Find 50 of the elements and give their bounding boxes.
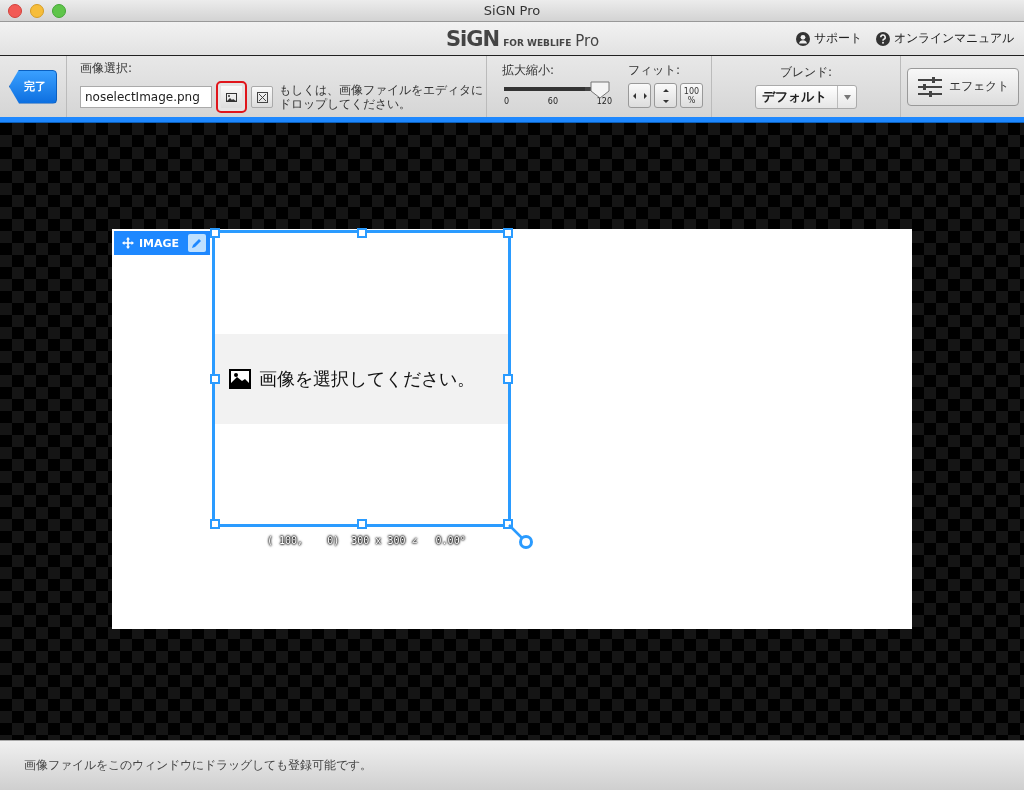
clear-button[interactable]	[251, 86, 273, 108]
horizontal-arrows-icon	[631, 90, 648, 101]
close-button[interactable]	[8, 3, 22, 18]
tick-label: 0	[504, 97, 510, 106]
image-select-label: 画像選択:	[80, 60, 134, 77]
logo-subtext: FOR WEBLIFE	[503, 37, 572, 48]
blend-dropdown[interactable]: デフォルト	[755, 85, 857, 109]
image-placeholder[interactable]: 画像を選択してください。	[212, 230, 511, 527]
position-readout: ( 100, 0) 300 x 300 ∠ 0.00°	[267, 535, 466, 546]
header-link[interactable]: サポート	[796, 30, 862, 47]
edit-icon[interactable]	[188, 234, 206, 252]
slider-thumb[interactable]	[590, 81, 611, 99]
help-icon	[876, 31, 890, 46]
browse-button[interactable]	[216, 81, 248, 113]
person-icon	[796, 31, 810, 46]
blend-label: ブレンド:	[779, 64, 832, 81]
placeholder-text: 画像を選択してください。	[259, 367, 475, 391]
header-link[interactable]: オンラインマニュアル	[876, 30, 1014, 47]
clear-icon	[256, 91, 268, 103]
resize-handle[interactable]	[503, 228, 513, 238]
tick-label: 120	[596, 97, 612, 106]
done-button[interactable]: 完了	[9, 69, 57, 104]
logo-text: SiGN	[446, 26, 500, 51]
move-icon	[122, 237, 134, 249]
logo-pro-text: Pro	[575, 31, 600, 50]
image-icon	[226, 92, 238, 102]
minimize-button[interactable]	[30, 3, 44, 18]
fit-label: フィット:	[628, 62, 682, 79]
image-icon	[229, 369, 251, 389]
resize-handle[interactable]	[356, 519, 367, 529]
tick-label: 60	[547, 97, 558, 106]
file-name-field[interactable]: noselectImage.png	[80, 86, 212, 108]
zoom-label: 拡大縮小:	[502, 62, 556, 79]
actual-size-button[interactable]: 100 %	[680, 83, 703, 108]
caret-icon	[843, 94, 851, 100]
window-title: SiGN Pro	[483, 3, 541, 18]
fit-width-button[interactable]	[628, 83, 651, 108]
resize-handle[interactable]	[356, 228, 367, 238]
resize-handle[interactable]	[210, 228, 220, 238]
fit-height-button[interactable]	[654, 83, 677, 108]
zoom-button[interactable]	[52, 3, 66, 18]
drop-hint: もしくは、画像ファイルをエディタにドロップしてください。	[279, 83, 484, 111]
resize-handle[interactable]	[210, 373, 220, 384]
resize-handle[interactable]	[503, 519, 513, 529]
status-text: 画像ファイルをこのウィンドウにドラッグしても登録可能です。	[24, 757, 372, 774]
resize-handle[interactable]	[210, 519, 220, 529]
rotate-handle[interactable]	[508, 524, 534, 550]
sliders-icon	[916, 76, 943, 97]
resize-handle[interactable]	[503, 373, 513, 384]
effect-button[interactable]: エフェクト	[906, 67, 1019, 106]
